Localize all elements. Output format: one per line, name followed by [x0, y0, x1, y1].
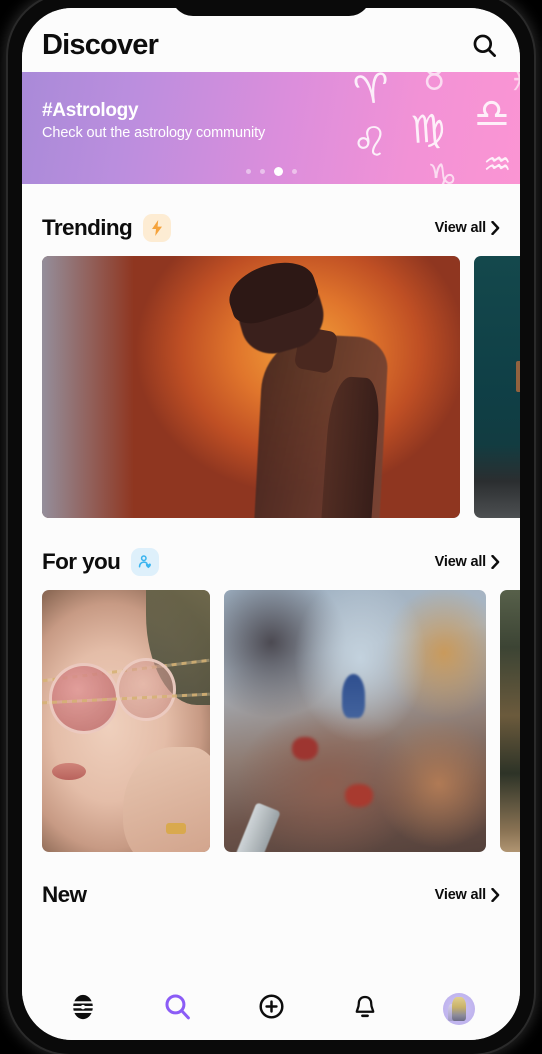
section-title: New	[42, 882, 87, 907]
portrait-hand	[122, 747, 210, 852]
silhouette-artwork	[42, 256, 460, 518]
nav-create[interactable]	[248, 988, 294, 1030]
person-heart-icon	[131, 548, 160, 576]
view-all-new-button[interactable]: View all	[435, 887, 500, 903]
foryou-card-portrait[interactable]	[42, 590, 210, 852]
nav-home[interactable]	[60, 988, 106, 1030]
fresco-column	[235, 802, 281, 852]
avatar-figure	[451, 997, 467, 1021]
bell-icon	[352, 994, 378, 1025]
banner-subtitle: Check out the astrology community	[42, 125, 266, 141]
section-header-foryou: For you View all	[22, 548, 520, 576]
view-all-label: View all	[434, 554, 487, 570]
banner-dot-active[interactable]	[273, 167, 283, 176]
zodiac-aries-icon: ♈	[350, 72, 393, 116]
zodiac-virgo-icon: ♍	[409, 105, 447, 153]
fresco-blue-figure	[341, 673, 366, 719]
banner-text-group: #Astrology Check out the astrology commu…	[42, 100, 265, 141]
trending-card-silhouette[interactable]	[42, 256, 460, 518]
zodiac-libra-icon: ♎	[474, 91, 510, 137]
section-title-group: Trending	[42, 214, 172, 242]
nav-profile[interactable]	[436, 988, 482, 1030]
avatar	[443, 993, 475, 1025]
trending-card-row[interactable]	[22, 256, 520, 518]
foryou-card-row[interactable]	[22, 590, 520, 852]
view-all-label: View all	[434, 887, 487, 903]
lightning-bolt-icon	[143, 214, 172, 242]
search-icon	[163, 992, 192, 1026]
teal-artwork	[474, 256, 520, 518]
section-title-group: New	[42, 882, 87, 908]
view-all-label: View all	[434, 220, 487, 236]
beehive-icon	[69, 993, 97, 1026]
foryou-card-forest[interactable]	[500, 590, 520, 852]
zodiac-taurus-icon: ♉	[419, 72, 450, 99]
banner-title: #Astrology	[42, 100, 139, 121]
plus-circle-icon	[258, 993, 285, 1025]
fresco-red-drape	[292, 736, 319, 761]
banner-dot[interactable]	[259, 169, 265, 174]
chevron-right-icon	[491, 555, 500, 569]
nav-notifications[interactable]	[342, 988, 388, 1030]
zodiac-pisces-icon: ♓	[509, 72, 520, 96]
forest-artwork	[500, 590, 520, 852]
page-title: Discover	[42, 28, 159, 61]
banner-dot[interactable]	[245, 169, 251, 174]
nav-search[interactable]	[154, 988, 200, 1030]
zodiac-leo-icon: ♌	[349, 117, 391, 167]
banner-pagination-dots[interactable]	[22, 167, 520, 176]
portrait-lens-right	[115, 658, 177, 721]
chevron-right-icon	[491, 221, 500, 235]
section-title-group: For you	[42, 548, 160, 576]
phone-frame: Discover ♈ ♉ ♌ ♍ ♎ ♒ ♑ ♓	[8, 0, 534, 1054]
section-header-trending: Trending View all	[22, 214, 520, 242]
search-icon[interactable]	[471, 32, 498, 59]
phone-screen: Discover ♈ ♉ ♌ ♍ ♎ ♒ ♑ ♓	[22, 8, 520, 1040]
banner-dot[interactable]	[291, 169, 297, 174]
section-header-new: New View all	[22, 882, 520, 908]
phone-notch	[171, 0, 371, 16]
section-title: For you	[42, 549, 121, 574]
content-scroll[interactable]: ♈ ♉ ♌ ♍ ♎ ♒ ♑ ♓ #Astrology Check out the…	[22, 72, 520, 984]
bottom-navigation-bar	[22, 984, 520, 1040]
app-header: Discover	[22, 8, 520, 72]
section-title: Trending	[42, 215, 133, 240]
portrait-ring	[166, 823, 187, 834]
view-all-foryou-button[interactable]: View all	[435, 554, 500, 570]
astrology-banner[interactable]: ♈ ♉ ♌ ♍ ♎ ♒ ♑ ♓ #Astrology Check out the…	[22, 72, 520, 184]
foryou-card-fresco[interactable]	[224, 590, 486, 852]
trending-card-teal[interactable]	[474, 256, 520, 518]
fresco-artwork	[224, 590, 486, 852]
chevron-right-icon	[491, 888, 500, 902]
portrait-artwork	[42, 590, 210, 852]
view-all-trending-button[interactable]: View all	[435, 220, 500, 236]
portrait-lips	[52, 762, 86, 780]
fresco-red-drape	[344, 783, 374, 808]
